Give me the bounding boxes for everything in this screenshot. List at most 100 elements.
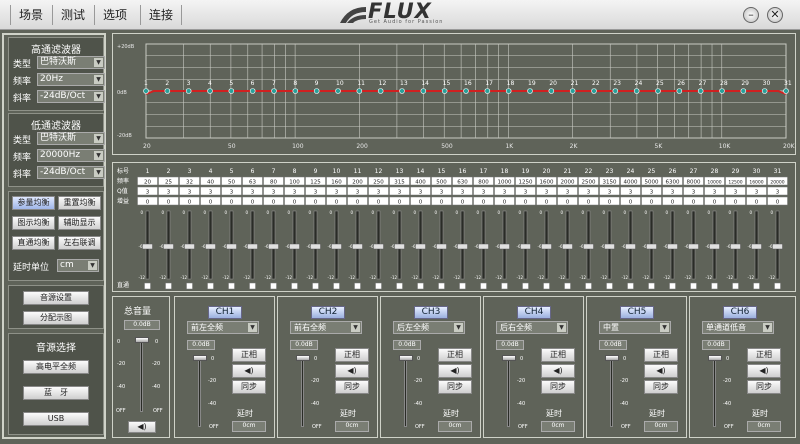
eq-slider-knob[interactable] [457,243,468,250]
dist-diagram-button[interactable]: 分配示图 [23,311,89,325]
lr-link-button[interactable]: 左右联调 [58,236,101,250]
param-eq-button[interactable]: 参量均衡 [12,196,55,210]
channel-source-select[interactable]: 前左全频 ▼ [187,321,259,334]
eq-slider-knob[interactable] [205,243,216,250]
delay-value[interactable]: 0cm [438,421,472,432]
eq-bypass-checkbox[interactable] [732,282,739,290]
eq-node[interactable] [335,88,341,94]
hpf-freq-select[interactable]: 20Hz ▼ [37,73,105,86]
minimize-button[interactable]: – [743,7,759,23]
channel-source-select[interactable]: 前右全频 ▼ [290,321,362,334]
eq-slider-knob[interactable] [352,243,363,250]
delay-value[interactable]: 0cm [232,421,266,432]
eq-bypass-checkbox[interactable] [270,282,277,290]
eq-slider-knob[interactable] [184,243,195,250]
phase-button[interactable]: 正相 [438,348,472,362]
eq-node[interactable] [441,88,448,94]
eq-slider-knob[interactable] [730,243,741,250]
channel-volume-knob[interactable] [399,355,413,361]
eq-bypass-checkbox[interactable] [711,282,718,290]
channel-name-button[interactable]: CH3 [414,306,448,319]
eq-node[interactable] [697,88,704,94]
hpf-type-select[interactable]: 巴特沃斯 ▼ [37,56,105,69]
lpf-freq-select[interactable]: 20000Hz ▼ [37,149,105,162]
eq-node[interactable] [505,88,512,94]
eq-node[interactable] [612,88,619,94]
eq-slider-knob[interactable] [247,243,258,250]
eq-bypass-checkbox[interactable] [144,282,151,290]
eq-bypass-checkbox[interactable] [228,282,235,290]
eq-bypass-checkbox[interactable] [417,282,424,290]
master-volume-track[interactable] [140,337,143,412]
eq-slider-knob[interactable] [667,243,678,250]
hpf-slope-select[interactable]: -24dB/Oct ▼ [37,90,105,103]
eq-node[interactable] [185,88,192,94]
eq-slider-knob[interactable] [709,243,720,250]
eq-slider-knob[interactable] [688,243,699,250]
phase-button[interactable]: 正相 [335,348,369,362]
channel-volume-knob[interactable] [605,355,619,361]
mute-button[interactable]: ◀) [541,364,575,378]
eq-bypass-checkbox[interactable] [690,282,697,290]
master-volume-knob[interactable] [135,337,149,343]
eq-node[interactable] [271,88,277,94]
eq-slider-knob[interactable] [499,243,510,250]
eq-bypass-checkbox[interactable] [564,282,571,290]
eq-slider-knob[interactable] [310,243,321,250]
eq-bypass-checkbox[interactable] [186,282,193,290]
eq-slider-knob[interactable] [331,243,342,250]
eq-node[interactable] [356,88,363,94]
sync-button[interactable]: 同步 [541,380,575,394]
eq-slider-knob[interactable] [142,243,153,250]
phase-button[interactable]: 正相 [747,348,781,362]
eq-slider-knob[interactable] [520,243,531,250]
eq-slider-knob[interactable] [625,243,636,250]
delay-value[interactable]: 0cm [541,421,575,432]
pass-eq-button[interactable]: 直通均衡 [12,236,55,250]
mute-button[interactable]: ◀) [644,364,678,378]
eq-node[interactable] [164,88,171,94]
mute-button[interactable]: ◀) [335,364,369,378]
eq-bypass-checkbox[interactable] [480,282,487,290]
channel-volume-track[interactable] [198,355,201,427]
eq-node[interactable] [313,88,320,94]
eq-slider-knob[interactable] [415,243,426,250]
eq-bypass-checkbox[interactable] [291,282,298,290]
delay-unit-select[interactable]: cm ▼ [57,259,99,272]
eq-node[interactable] [484,88,491,94]
eq-response-graph[interactable]: +20dB 0dB -20dB 20 50 100 200 500 1K 2K 5K 10K 20K 1 2… [112,33,796,155]
channel-volume-track[interactable] [301,355,304,427]
eq-bypass-checkbox[interactable] [396,282,403,290]
lpf-slope-select[interactable]: -24dB/Oct ▼ [37,166,105,179]
channel-volume-track[interactable] [507,355,510,427]
eq-bypass-checkbox[interactable] [165,282,172,290]
eq-bypass-checkbox[interactable] [354,282,361,290]
eq-node[interactable] [783,88,789,94]
eq-slider-knob[interactable] [163,243,174,250]
eq-node[interactable] [463,88,469,94]
eq-bypass-checkbox[interactable] [774,282,781,290]
eq-slider-knob[interactable] [541,243,552,250]
eq-node[interactable] [569,88,576,94]
eq-slider-knob[interactable] [751,243,762,250]
eq-slider-knob[interactable] [562,243,573,250]
eq-node[interactable] [420,88,427,94]
master-mute-button[interactable]: ◀) [128,421,156,433]
eq-slider-knob[interactable] [373,243,384,250]
mute-button[interactable]: ◀) [232,364,266,378]
eq-bypass-checkbox[interactable] [375,282,382,290]
eq-slider-knob[interactable] [478,243,489,250]
channel-name-button[interactable]: CH1 [208,306,242,319]
lpf-type-select[interactable]: 巴特沃斯 ▼ [37,132,105,145]
eq-node[interactable] [591,88,597,94]
source-hi-level-button[interactable]: 高电平全频 [23,360,89,374]
channel-name-button[interactable]: CH4 [517,306,551,319]
channel-source-select[interactable]: 后右全频 ▼ [496,321,568,334]
eq-node[interactable] [719,88,725,94]
eq-node[interactable] [399,88,405,94]
channel-volume-knob[interactable] [502,355,516,361]
eq-slider-knob[interactable] [289,243,300,250]
phase-button[interactable]: 正相 [232,348,266,362]
eq-node[interactable] [207,88,213,94]
eq-bypass-checkbox[interactable] [522,282,529,290]
